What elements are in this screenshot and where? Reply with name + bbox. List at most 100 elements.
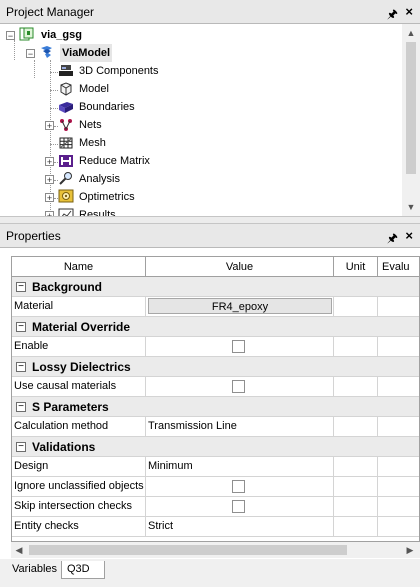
section-background[interactable]: − Background: [12, 277, 419, 297]
property-unit: [334, 417, 378, 436]
section-label: S Parameters: [32, 400, 109, 414]
property-name: Calculation method: [12, 417, 146, 436]
tree-label: via_gsg: [41, 29, 82, 41]
section-label: Background: [32, 280, 103, 294]
property-unit: [334, 457, 378, 476]
material-button[interactable]: FR4_epoxy: [148, 298, 332, 314]
tree-label: 3D Components: [79, 65, 159, 77]
section-label: Lossy Dielectrics: [32, 360, 131, 374]
tree-label: Reduce Matrix: [79, 155, 150, 167]
collapse-toggle[interactable]: −: [16, 442, 26, 452]
project-tree: − via_gsg − ViaModel 3D Components Model…: [0, 24, 402, 217]
project-manager-titlebar: Project Manager 🖈 ×: [0, 0, 420, 24]
components-icon: [59, 65, 73, 76]
collapse-toggle[interactable]: −: [16, 362, 26, 372]
property-name: Enable: [12, 337, 146, 356]
causal-materials-checkbox[interactable]: [232, 380, 245, 393]
close-icon[interactable]: ×: [405, 228, 413, 243]
properties-grid: Name Value Unit Evalu − Background Mater…: [11, 256, 420, 542]
collapse-toggle[interactable]: −: [16, 402, 26, 412]
tree-item-model[interactable]: Model: [0, 80, 220, 98]
tree-item-reduce-matrix[interactable]: + Reduce Matrix: [0, 152, 220, 170]
bottom-tab-bar: Variables Q3D: [0, 559, 420, 587]
calculation-method-value[interactable]: Transmission Line: [146, 417, 334, 436]
model-icon: [60, 82, 72, 96]
tree-item-boundaries[interactable]: Boundaries: [0, 98, 220, 116]
design-value[interactable]: Minimum: [146, 457, 334, 476]
property-unit: [334, 517, 378, 536]
scroll-down-icon[interactable]: ▼: [403, 202, 419, 212]
column-header-value[interactable]: Value: [146, 257, 334, 277]
property-row-calculation-method[interactable]: Calculation method Transmission Line: [12, 417, 419, 437]
pin-icon[interactable]: 🖈: [387, 229, 398, 250]
section-lossy-dielectrics[interactable]: − Lossy Dielectrics: [12, 357, 419, 377]
property-unit: [334, 297, 378, 316]
tree-label: Mesh: [79, 137, 106, 149]
expand-toggle[interactable]: +: [45, 193, 54, 203]
property-row-causal-materials[interactable]: Use causal materials: [12, 377, 419, 397]
scroll-left-icon[interactable]: ◀: [11, 545, 27, 556]
scroll-thumb[interactable]: [406, 42, 416, 174]
properties-titlebar: Properties 🖈 ×: [0, 224, 420, 248]
scroll-thumb[interactable]: [29, 545, 347, 555]
tree-item-optimetrics[interactable]: + Optimetrics: [0, 188, 220, 206]
collapse-toggle[interactable]: −: [16, 282, 26, 292]
tree-item-design[interactable]: − ViaModel: [0, 44, 220, 62]
property-name: Design: [12, 457, 146, 476]
panel-splitter[interactable]: [0, 216, 420, 224]
tree-label: Boundaries: [79, 101, 135, 113]
expand-toggle[interactable]: +: [45, 175, 54, 185]
section-material-override[interactable]: − Material Override: [12, 317, 419, 337]
tree-item-mesh[interactable]: Mesh: [0, 134, 220, 152]
skip-intersection-checkbox[interactable]: [232, 500, 245, 513]
property-row-entity-checks[interactable]: Entity checks Strict: [12, 517, 419, 537]
property-value-cell: [146, 337, 334, 356]
tree-item-nets[interactable]: + Nets: [0, 116, 220, 134]
boundaries-icon: [59, 102, 73, 113]
collapse-toggle[interactable]: −: [6, 31, 15, 41]
section-validations[interactable]: − Validations: [12, 437, 419, 457]
tree-item-project[interactable]: − via_gsg: [0, 26, 200, 44]
property-row-material[interactable]: Material FR4_epoxy: [12, 297, 419, 317]
scroll-right-icon[interactable]: ▶: [402, 545, 418, 556]
property-unit: [334, 477, 378, 496]
pin-icon[interactable]: 🖈: [387, 5, 398, 26]
tree-label: Optimetrics: [79, 191, 135, 203]
column-header-unit[interactable]: Unit: [334, 257, 378, 277]
property-row-skip-intersection[interactable]: Skip intersection checks: [12, 497, 419, 517]
enable-checkbox[interactable]: [232, 340, 245, 353]
collapse-toggle[interactable]: −: [16, 322, 26, 332]
ignore-unclassified-checkbox[interactable]: [232, 480, 245, 493]
tree-scrollbar[interactable]: ▲ ▼: [402, 24, 420, 217]
project-manager-title: Project Manager: [6, 5, 95, 19]
collapse-toggle[interactable]: −: [26, 49, 35, 59]
property-value-cell: FR4_epoxy: [146, 297, 334, 316]
property-unit: [334, 377, 378, 396]
column-header-name[interactable]: Name: [12, 257, 146, 277]
tab-q3d[interactable]: Q3D: [61, 561, 105, 579]
property-unit: [334, 497, 378, 516]
property-value-cell: [146, 377, 334, 396]
property-row-enable[interactable]: Enable: [12, 337, 419, 357]
mesh-icon: [59, 137, 73, 149]
property-row-design[interactable]: Design Minimum: [12, 457, 419, 477]
property-value-cell: [146, 477, 334, 496]
column-header-evaluated[interactable]: Evalu: [378, 257, 419, 277]
property-name: Ignore unclassified objects: [12, 477, 146, 496]
tree-label: Nets: [79, 119, 102, 131]
property-name: Entity checks: [12, 517, 146, 536]
optimetrics-icon: [58, 189, 74, 203]
scroll-up-icon[interactable]: ▲: [403, 28, 419, 38]
tab-variables[interactable]: Variables: [7, 561, 62, 579]
property-value-cell: [146, 497, 334, 516]
expand-toggle[interactable]: +: [45, 157, 54, 167]
entity-checks-value[interactable]: Strict: [146, 517, 334, 536]
close-icon[interactable]: ×: [405, 4, 413, 19]
tree-item-3d-components[interactable]: 3D Components: [0, 62, 220, 80]
property-row-ignore-unclassified[interactable]: Ignore unclassified objects: [12, 477, 419, 497]
expand-toggle[interactable]: +: [45, 121, 54, 131]
project-icon: [19, 27, 34, 41]
section-s-parameters[interactable]: − S Parameters: [12, 397, 419, 417]
properties-hscrollbar[interactable]: ◀ ▶: [11, 542, 420, 558]
tree-item-analysis[interactable]: + Analysis: [0, 170, 220, 188]
